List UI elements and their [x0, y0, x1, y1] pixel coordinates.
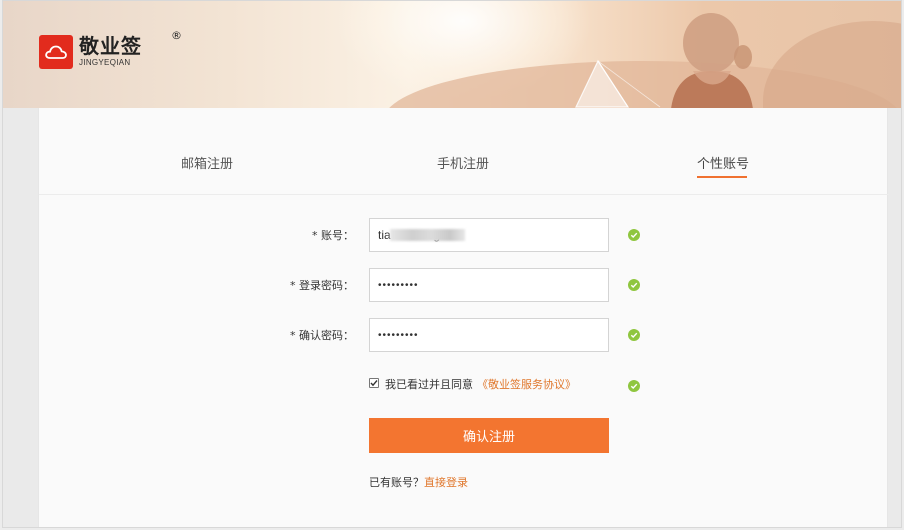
brand-name: 敬业签 ® JINGYEQIAN	[79, 29, 182, 67]
child-silhouette-illustration	[671, 13, 753, 108]
login-prompt-text: 已有账号？	[369, 476, 424, 489]
account-label: * 账号：	[312, 229, 354, 242]
confirm-password-label: * 确认密码：	[290, 329, 354, 342]
login-prompt-row: 已有账号？直接登录	[369, 474, 468, 490]
confirm-register-button[interactable]: 确认注册	[369, 418, 609, 453]
confirm-password-row: * 确认密码：	[39, 318, 889, 352]
brand-name-en: JINGYEQIAN	[79, 58, 131, 67]
tab-custom-account[interactable]: 个性账号	[697, 153, 749, 172]
check-circle-icon	[628, 279, 640, 291]
direct-login-link[interactable]: 直接登录	[424, 476, 468, 489]
agreement-checkbox[interactable]	[369, 378, 379, 388]
confirm-password-input[interactable]	[369, 318, 609, 352]
registered-mark: ®	[171, 29, 182, 42]
account-redaction	[390, 229, 465, 241]
account-row: * 账号：	[39, 218, 889, 252]
cloud-icon	[39, 35, 73, 69]
brand-name-cn: 敬业签	[79, 34, 142, 58]
check-circle-icon	[628, 229, 640, 241]
password-label: * 登录密码：	[290, 279, 354, 292]
service-agreement-link[interactable]: 《敬业签服务协议》	[477, 378, 576, 391]
banner-hill-far	[763, 21, 901, 108]
password-input[interactable]	[369, 268, 609, 302]
brand-logo[interactable]: 敬业签 ® JINGYEQIAN	[39, 29, 182, 69]
header-banner: 敬业签 ® JINGYEQIAN	[3, 1, 901, 108]
check-circle-icon	[628, 380, 640, 392]
agreement-row: 我已看过并且同意 《敬业签服务协议》	[369, 376, 669, 392]
register-card: 邮箱注册 手机注册 个性账号 * 账号： * 登录密码： * 确认密码：	[38, 108, 889, 527]
active-tab-underline	[697, 176, 747, 178]
agreement-text: 我已看过并且同意 《敬业签服务协议》	[385, 376, 576, 392]
tab-email-register[interactable]: 邮箱注册	[181, 153, 233, 172]
checkmark-icon	[370, 380, 378, 387]
page-frame: 敬业签 ® JINGYEQIAN 邮箱注册 手机注册 个性账号 * 账号： * …	[2, 0, 902, 528]
register-tabs: 邮箱注册 手机注册 个性账号	[39, 108, 889, 195]
agreement-statement: 我已看过并且同意	[385, 378, 473, 391]
tab-phone-register[interactable]: 手机注册	[437, 153, 489, 172]
password-row: * 登录密码：	[39, 268, 889, 302]
check-circle-icon	[628, 329, 640, 341]
